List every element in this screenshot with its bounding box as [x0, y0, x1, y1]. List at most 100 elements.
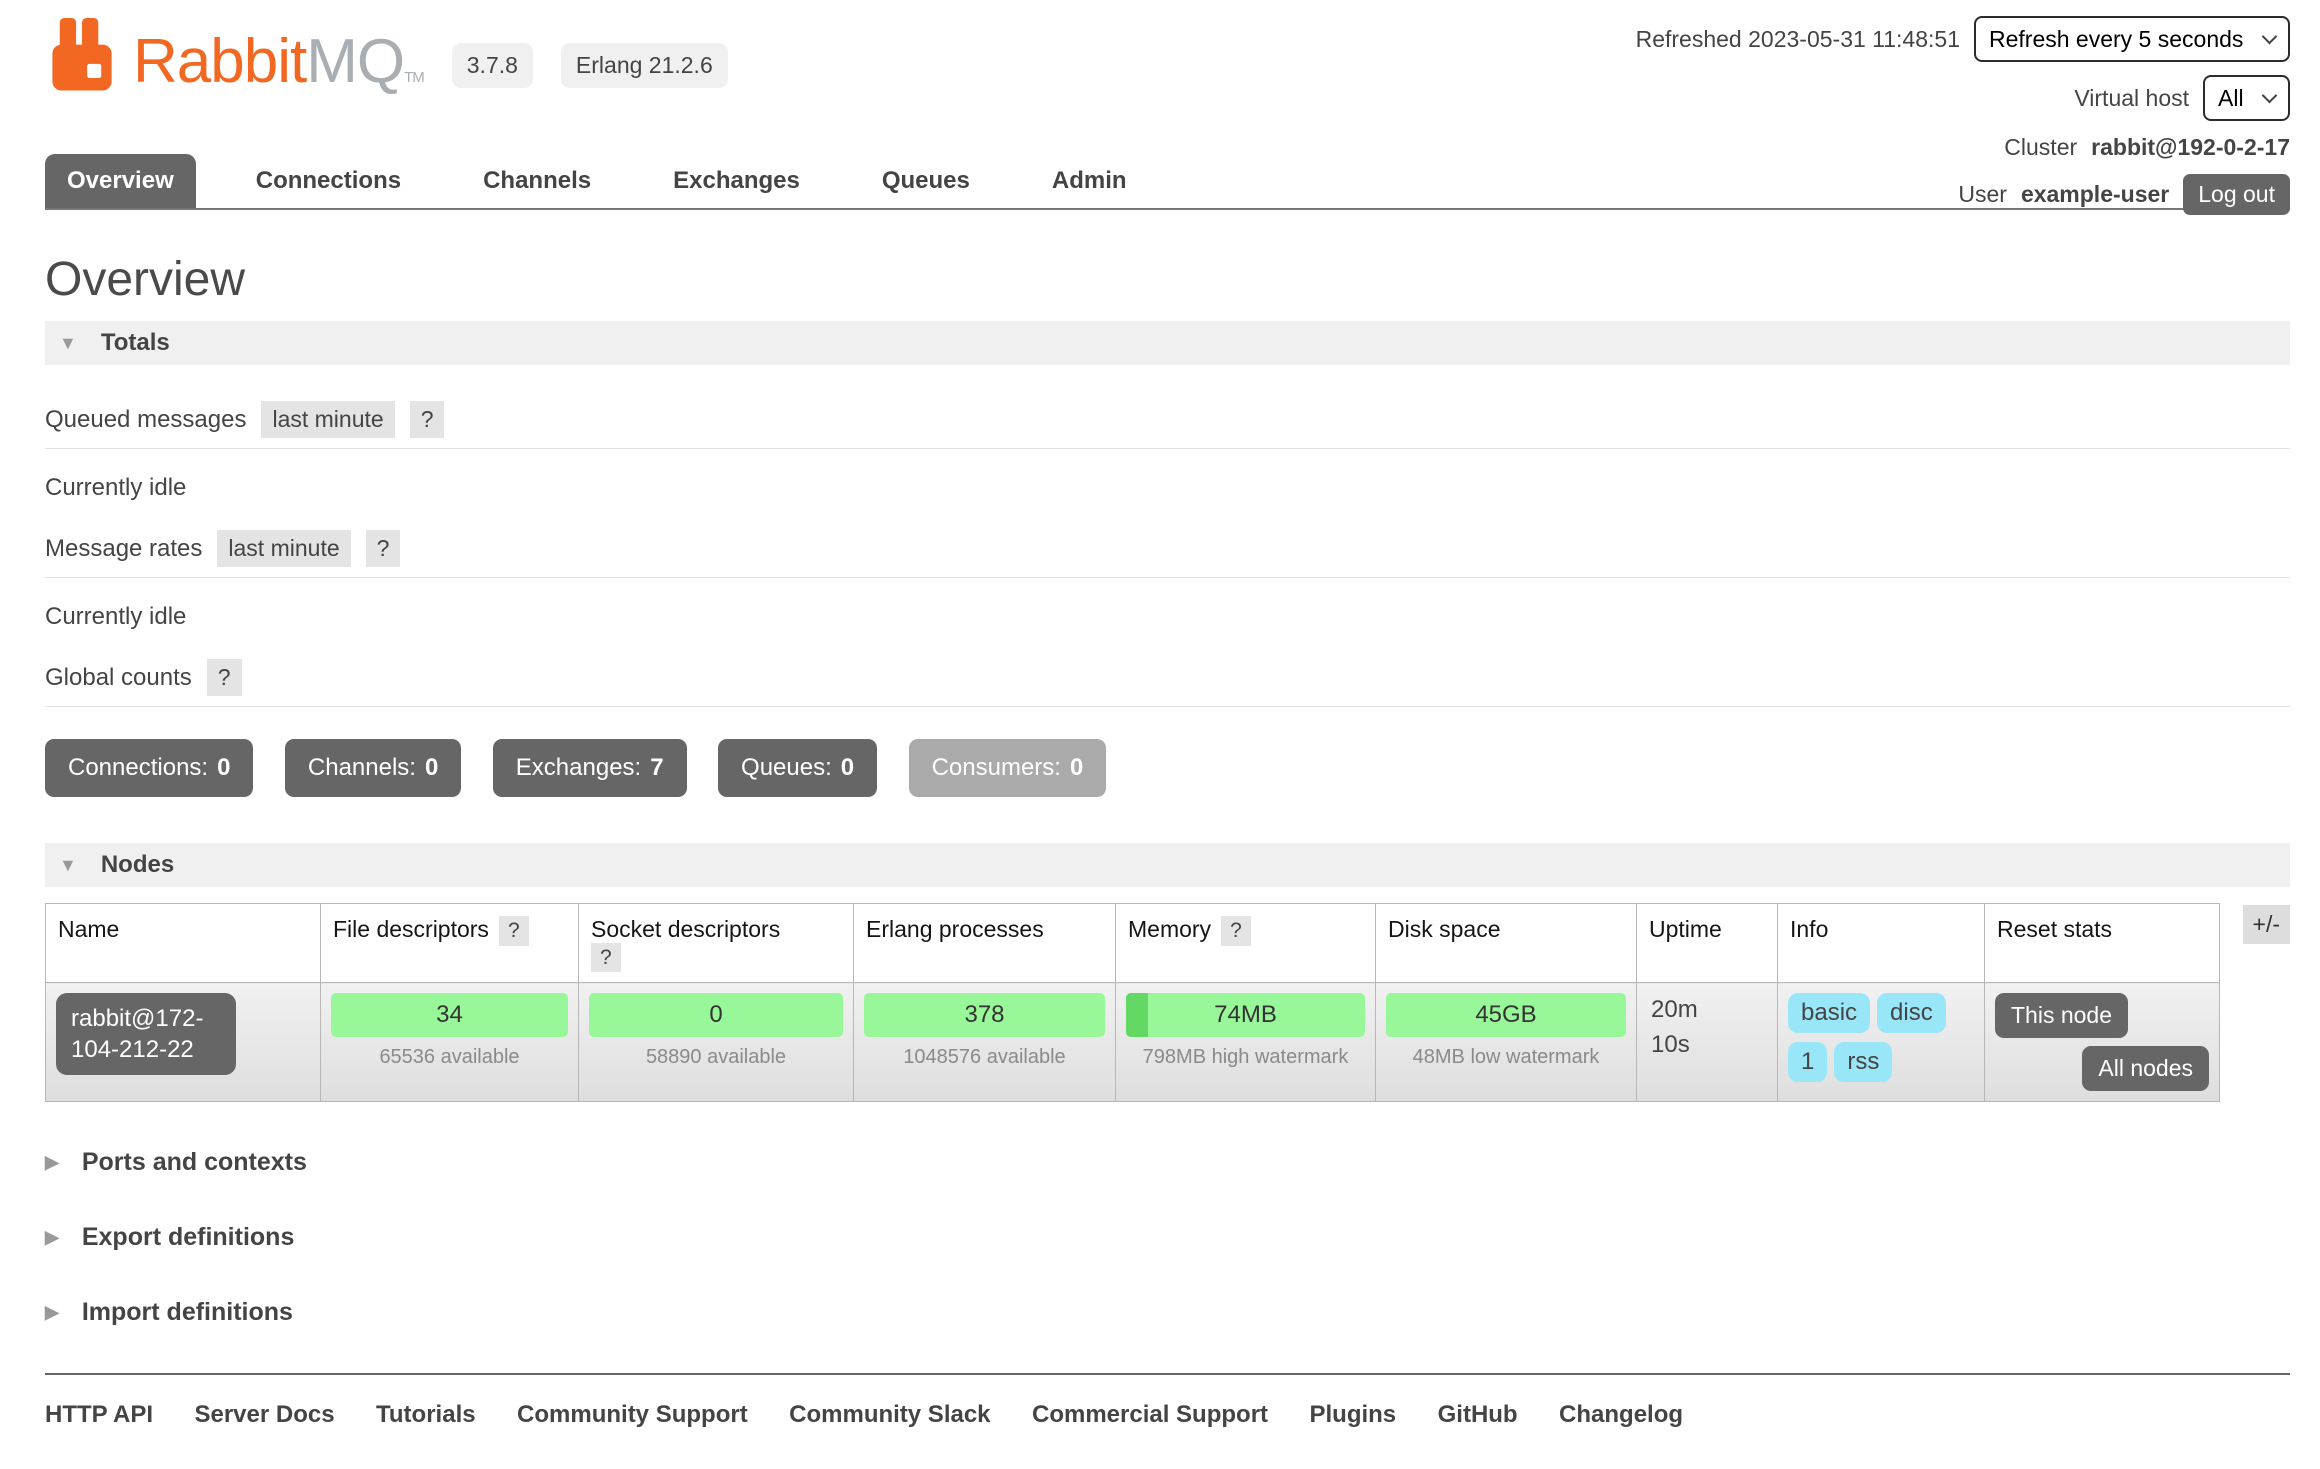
- queued-messages-mode-badge[interactable]: last minute: [261, 401, 394, 438]
- col-file-descriptors: File descriptors?: [321, 904, 579, 983]
- brand-rabbit-text: Rabbit: [133, 27, 306, 96]
- user-label: User: [1958, 181, 2007, 208]
- uptime-cell: 20m 10s: [1637, 983, 1778, 1102]
- file-descriptors-note: 65536 available: [331, 1046, 568, 1069]
- consumers-count-button: Consumers:0: [909, 739, 1107, 797]
- uptime-value: 20m: [1647, 993, 1767, 1028]
- tab-overview[interactable]: Overview: [45, 154, 196, 208]
- help-badge[interactable]: ?: [1221, 916, 1251, 946]
- footer-link-server-docs[interactable]: Server Docs: [194, 1401, 334, 1428]
- brand-wordmark: RabbitMQTM: [133, 33, 424, 92]
- message-rates-label: Message rates: [45, 535, 202, 563]
- virtual-host-label: Virtual host: [2074, 85, 2189, 112]
- footer-link-community-slack[interactable]: Community Slack: [789, 1401, 990, 1428]
- info-badge-rss: rss: [1834, 1042, 1892, 1082]
- main-content: Overview ▼ Totals Queued messages last m…: [45, 252, 2290, 1327]
- node-name-badge[interactable]: rabbit@172-104-212-22: [56, 993, 236, 1075]
- info-cell: basicdisc 1rss: [1778, 983, 1985, 1102]
- export-definitions-section[interactable]: ▶ Export definitions: [45, 1223, 2290, 1252]
- help-badge[interactable]: ?: [499, 916, 529, 946]
- footer-link-github[interactable]: GitHub: [1438, 1401, 1518, 1428]
- refresh-interval-select-wrap: Refresh every 5 seconds: [1974, 16, 2290, 62]
- user-name: example-user: [2021, 181, 2169, 208]
- channels-count-button[interactable]: Channels:0: [285, 739, 461, 797]
- disk-space-bar: 45GB: [1386, 993, 1626, 1037]
- footer-link-plugins[interactable]: Plugins: [1309, 1401, 1396, 1428]
- info-badge-disc: disc: [1877, 993, 1946, 1033]
- socket-descriptors-cell: 0 58890 available: [579, 983, 854, 1102]
- erlang-processes-note: 1048576 available: [864, 1046, 1105, 1069]
- col-memory: Memory?: [1116, 904, 1376, 983]
- refreshed-label: Refreshed: [1636, 26, 1742, 52]
- triangle-down-icon: ▼: [59, 333, 77, 354]
- triangle-down-icon: ▼: [59, 855, 77, 876]
- reset-all-nodes-button[interactable]: All nodes: [2082, 1046, 2209, 1091]
- queued-messages-label: Queued messages: [45, 406, 246, 434]
- refreshed-time: 2023-05-31 11:48:51: [1748, 26, 1960, 52]
- col-name: Name: [46, 904, 321, 983]
- global-counts-row: Global counts ?: [45, 659, 2290, 707]
- refreshed-text: Refreshed 2023-05-31 11:48:51: [1636, 26, 1960, 53]
- import-definitions-section[interactable]: ▶ Import definitions: [45, 1298, 2290, 1327]
- tab-channels[interactable]: Channels: [461, 154, 613, 208]
- reset-this-node-button[interactable]: This node: [1995, 993, 2128, 1038]
- page-title: Overview: [45, 252, 2290, 307]
- message-rates-status: Currently idle: [45, 603, 2290, 631]
- footer-link-commercial-support[interactable]: Commercial Support: [1032, 1401, 1268, 1428]
- queues-count-button[interactable]: Queues:0: [718, 739, 877, 797]
- help-badge[interactable]: ?: [207, 659, 242, 696]
- help-badge[interactable]: ?: [410, 401, 445, 438]
- virtual-host-select[interactable]: All: [2203, 75, 2290, 121]
- footer-link-http-api[interactable]: HTTP API: [45, 1401, 153, 1428]
- cluster-row: Cluster rabbit@192-0-2-17: [2004, 134, 2290, 161]
- col-info: Info: [1778, 904, 1985, 983]
- queued-messages-row: Queued messages last minute ?: [45, 401, 2290, 449]
- disk-space-cell: 45GB 48MB low watermark: [1376, 983, 1637, 1102]
- triangle-right-icon: ▶: [45, 1302, 59, 1323]
- col-uptime: Uptime: [1637, 904, 1778, 983]
- queued-messages-status: Currently idle: [45, 474, 2290, 502]
- virtual-host-row: Virtual host All: [2074, 75, 2290, 121]
- disk-space-note: 48MB low watermark: [1386, 1046, 1626, 1069]
- erlang-processes-cell: 378 1048576 available: [854, 983, 1116, 1102]
- message-rates-mode-badge[interactable]: last minute: [217, 530, 350, 567]
- file-descriptors-bar: 34: [331, 993, 568, 1037]
- cluster-label: Cluster: [2004, 134, 2077, 161]
- erlang-version-badge: Erlang 21.2.6: [561, 43, 728, 88]
- brand-mq-text: MQ: [306, 27, 404, 96]
- erlang-processes-bar: 378: [864, 993, 1105, 1037]
- ports-and-contexts-section[interactable]: ▶ Ports and contexts: [45, 1148, 2290, 1177]
- col-reset-stats: Reset stats: [1985, 904, 2220, 983]
- memory-note: 798MB high watermark: [1126, 1046, 1365, 1069]
- global-counts-label: Global counts: [45, 664, 192, 692]
- connections-count-button[interactable]: Connections:0: [45, 739, 253, 797]
- memory-used-segment: [1126, 993, 1148, 1037]
- exchanges-count-button[interactable]: Exchanges:7: [493, 739, 687, 797]
- info-badge-1: 1: [1788, 1042, 1827, 1082]
- logout-button[interactable]: Log out: [2183, 174, 2290, 215]
- nodes-heading: Nodes: [101, 851, 174, 879]
- footer: HTTP API Server Docs Tutorials Community…: [45, 1373, 2290, 1469]
- reset-stats-cell: This node All nodes: [1985, 983, 2220, 1102]
- col-erlang-processes: Erlang processes: [854, 904, 1116, 983]
- column-selector-button[interactable]: +/-: [2243, 905, 2290, 944]
- virtual-host-select-wrap: All: [2203, 75, 2290, 121]
- totals-heading: Totals: [101, 329, 170, 357]
- nodes-section-header[interactable]: ▼ Nodes: [45, 843, 2290, 887]
- tab-queues[interactable]: Queues: [860, 154, 992, 208]
- tab-connections[interactable]: Connections: [234, 154, 423, 208]
- tab-exchanges[interactable]: Exchanges: [651, 154, 822, 208]
- version-badge: 3.7.8: [452, 43, 533, 88]
- help-badge[interactable]: ?: [366, 530, 401, 567]
- col-socket-descriptors: Socket descriptors?: [579, 904, 854, 983]
- file-descriptors-cell: 34 65536 available: [321, 983, 579, 1102]
- totals-section-header[interactable]: ▼ Totals: [45, 321, 2290, 365]
- refresh-interval-select[interactable]: Refresh every 5 seconds: [1974, 16, 2290, 62]
- memory-cell: 74MB 798MB high watermark: [1116, 983, 1376, 1102]
- help-badge[interactable]: ?: [591, 943, 621, 972]
- tab-admin[interactable]: Admin: [1030, 154, 1149, 208]
- footer-link-tutorials[interactable]: Tutorials: [376, 1401, 476, 1428]
- footer-link-changelog[interactable]: Changelog: [1559, 1401, 1683, 1428]
- socket-descriptors-note: 58890 available: [589, 1046, 843, 1069]
- footer-link-community-support[interactable]: Community Support: [517, 1401, 748, 1428]
